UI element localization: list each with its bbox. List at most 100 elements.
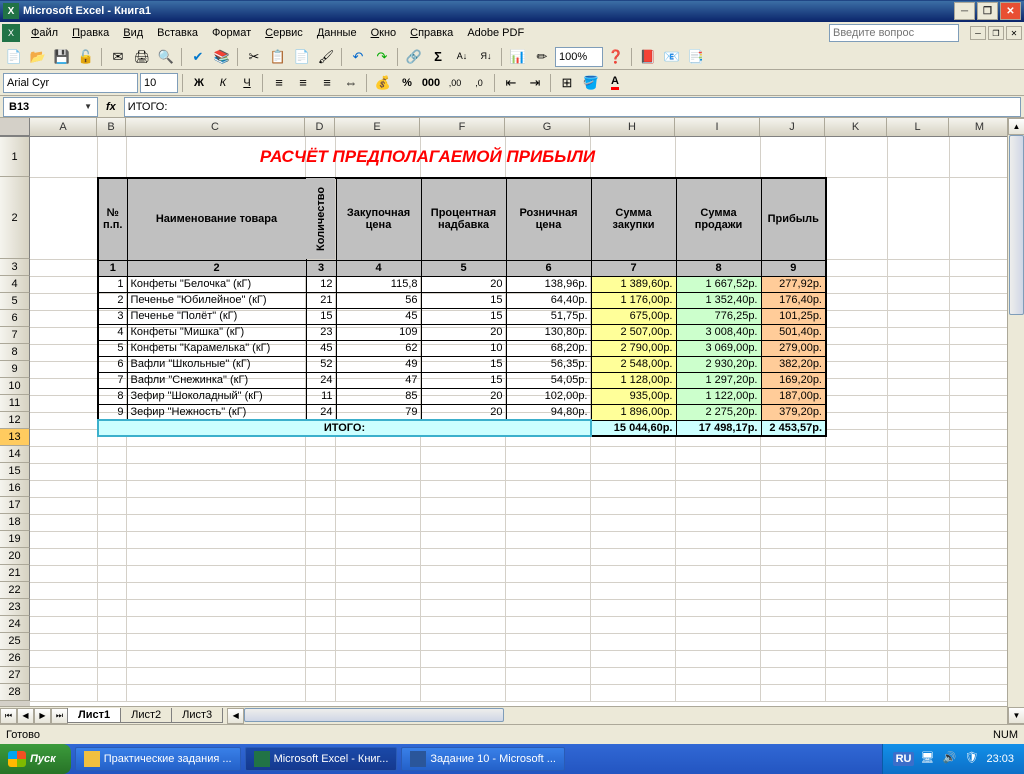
menu-format[interactable]: Формат — [205, 25, 258, 41]
cell[interactable]: 15 — [421, 292, 506, 308]
cell[interactable]: 675,00р. — [591, 308, 676, 324]
help-button[interactable]: ❓ — [605, 46, 627, 68]
taskbar-button[interactable]: Microsoft Excel - Книг... — [245, 747, 398, 771]
cell[interactable]: Печенье "Полёт" (кГ) — [127, 308, 306, 324]
row-header-17[interactable]: 17 — [0, 497, 30, 514]
ask-box[interactable] — [829, 24, 959, 42]
row-header-7[interactable]: 7 — [0, 327, 30, 344]
sheet-tab-3[interactable]: Лист3 — [171, 708, 223, 723]
hscroll-thumb[interactable] — [244, 708, 504, 722]
comma-button[interactable]: 000 — [420, 72, 442, 94]
cell[interactable]: 79 — [336, 404, 421, 420]
row-header-21[interactable]: 21 — [0, 565, 30, 582]
row-header-13[interactable]: 13 — [0, 429, 30, 446]
sort-desc-button[interactable]: Я↓ — [475, 46, 497, 68]
cell[interactable]: 12 — [306, 276, 336, 292]
horizontal-scrollbar[interactable]: ◀ ▶ — [227, 708, 1024, 724]
cell[interactable]: 45 — [336, 308, 421, 324]
tray-icon-3[interactable]: 🛡 — [964, 751, 980, 767]
pdf-review-button[interactable]: 📑 — [685, 46, 707, 68]
italic-button[interactable]: К — [212, 72, 234, 94]
cell[interactable]: 1 389,60р. — [591, 276, 676, 292]
copy-button[interactable]: 📋 — [267, 46, 289, 68]
print-button[interactable]: 🖨 — [131, 46, 153, 68]
cell[interactable]: 2 507,00р. — [591, 324, 676, 340]
cell[interactable]: 52 — [306, 356, 336, 372]
cell[interactable]: 15 — [421, 308, 506, 324]
decrease-indent-button[interactable]: ⇤ — [500, 72, 522, 94]
research-button[interactable]: 📚 — [211, 46, 233, 68]
undo-button[interactable]: ↶ — [347, 46, 369, 68]
menu-edit[interactable]: Правка — [65, 25, 116, 41]
cell[interactable]: 382,20р. — [761, 356, 826, 372]
cell[interactable]: 2 790,00р. — [591, 340, 676, 356]
cell[interactable]: 15 — [421, 372, 506, 388]
column-header-M[interactable]: M — [949, 118, 1011, 136]
cell[interactable]: Конфеты "Белочка" (кГ) — [127, 276, 306, 292]
row-header-20[interactable]: 20 — [0, 548, 30, 565]
cell[interactable]: 3 008,40р. — [676, 324, 761, 340]
menu-tools[interactable]: Сервис — [258, 25, 310, 41]
tray-icon-1[interactable]: 🖥 — [920, 751, 936, 767]
column-header-C[interactable]: C — [126, 118, 305, 136]
cell[interactable]: 20 — [421, 324, 506, 340]
cell[interactable]: 10 — [421, 340, 506, 356]
cell[interactable]: 62 — [336, 340, 421, 356]
tab-first-button[interactable]: ⏮ — [0, 708, 17, 724]
autosum-button[interactable]: Σ — [427, 46, 449, 68]
cell[interactable]: 1 128,00р. — [591, 372, 676, 388]
doc-minimize-button[interactable]: ─ — [970, 26, 986, 40]
tab-prev-button[interactable]: ◀ — [17, 708, 34, 724]
row-header-14[interactable]: 14 — [0, 446, 30, 463]
sheet-tab-1[interactable]: Лист1 — [67, 708, 121, 723]
zoom-box[interactable] — [555, 47, 603, 67]
cell[interactable]: 20 — [421, 388, 506, 404]
cell[interactable]: 138,96р. — [506, 276, 591, 292]
cell[interactable]: 24 — [306, 404, 336, 420]
cell[interactable]: 21 — [306, 292, 336, 308]
cell[interactable]: 23 — [306, 324, 336, 340]
minimize-button[interactable]: ─ — [954, 2, 975, 20]
cell[interactable]: 4 — [98, 324, 127, 340]
row-header-2[interactable]: 2 — [0, 177, 30, 259]
cell[interactable]: 776,25р. — [676, 308, 761, 324]
column-header-B[interactable]: B — [97, 118, 126, 136]
row-header-16[interactable]: 16 — [0, 480, 30, 497]
cell[interactable]: 3 069,00р. — [676, 340, 761, 356]
cell[interactable]: 935,00р. — [591, 388, 676, 404]
cell[interactable]: 2 548,00р. — [591, 356, 676, 372]
close-button[interactable]: ✕ — [1000, 2, 1021, 20]
cell[interactable]: 501,40р. — [761, 324, 826, 340]
menu-window[interactable]: Окно — [364, 25, 404, 41]
cell[interactable]: 109 — [336, 324, 421, 340]
cell[interactable]: Вафли "Школьные" (кГ) — [127, 356, 306, 372]
redo-button[interactable]: ↷ — [371, 46, 393, 68]
cell[interactable]: 1 297,20р. — [676, 372, 761, 388]
new-button[interactable]: 📄 — [3, 46, 25, 68]
cell[interactable]: 47 — [336, 372, 421, 388]
cell[interactable]: 20 — [421, 276, 506, 292]
permission-button[interactable]: 🔓 — [75, 46, 97, 68]
cell[interactable]: 1 176,00р. — [591, 292, 676, 308]
percent-button[interactable]: % — [396, 72, 418, 94]
vertical-scrollbar[interactable]: ▲ ▼ — [1007, 137, 1024, 706]
tray-clock[interactable]: 23:03 — [986, 753, 1014, 765]
column-header-K[interactable]: K — [825, 118, 887, 136]
menu-data[interactable]: Данные — [310, 25, 364, 41]
cell[interactable]: 1 — [98, 276, 127, 292]
row-header-25[interactable]: 25 — [0, 633, 30, 650]
cell[interactable]: 1 352,40р. — [676, 292, 761, 308]
tray-icon-2[interactable]: 🔊 — [942, 751, 958, 767]
restore-button[interactable]: ❐ — [977, 2, 998, 20]
cell[interactable]: 6 — [98, 356, 127, 372]
font-size-box[interactable] — [140, 73, 178, 93]
menu-adobe-pdf[interactable]: Adobe PDF — [460, 25, 531, 41]
cell[interactable]: 8 — [98, 388, 127, 404]
cell[interactable]: Конфеты "Мишка" (кГ) — [127, 324, 306, 340]
mail-button[interactable]: ✉ — [107, 46, 129, 68]
row-header-19[interactable]: 19 — [0, 531, 30, 548]
sort-asc-button[interactable]: А↓ — [451, 46, 473, 68]
menu-file[interactable]: Файл — [24, 25, 65, 41]
fill-color-button[interactable]: 🪣 — [580, 72, 602, 94]
row-header-10[interactable]: 10 — [0, 378, 30, 395]
